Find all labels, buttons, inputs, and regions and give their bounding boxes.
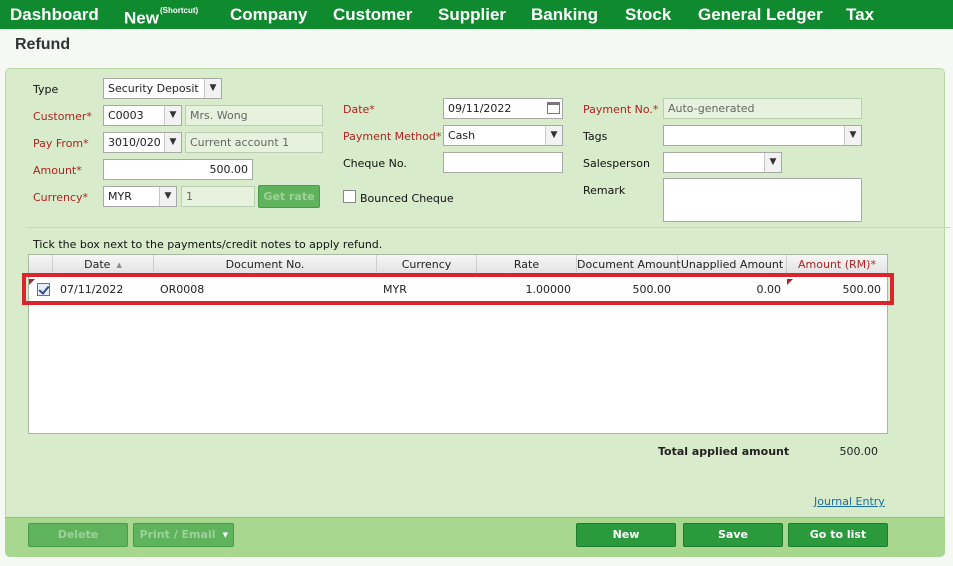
date-label: Date* xyxy=(343,103,375,116)
payment-method-select[interactable]: Cash ▼ xyxy=(443,125,563,146)
chevron-down-icon: ▼ xyxy=(844,126,861,145)
new-button[interactable]: New xyxy=(576,523,676,547)
nav-general-ledger[interactable]: General Ledger xyxy=(698,0,823,29)
nav-stock[interactable]: Stock xyxy=(625,0,671,29)
nav-general-ledger-label: General Ledger xyxy=(698,5,823,24)
nav-customer-label: Customer xyxy=(333,5,413,24)
nav-dashboard[interactable]: Dashboard xyxy=(10,0,99,29)
bounced-cheque-checkbox[interactable] xyxy=(343,190,356,203)
chevron-down-icon: ▼ xyxy=(159,187,176,206)
customer-label: Customer* xyxy=(33,110,92,123)
pay-from-name-field: Current account 1 xyxy=(185,132,323,153)
nav-dashboard-label: Dashboard xyxy=(10,5,99,24)
nav-tax-label: Tax xyxy=(846,5,875,24)
print-email-button[interactable]: Print / Email ▼ xyxy=(133,523,234,547)
col-date-header-label: Date xyxy=(84,258,111,271)
grid-header-select xyxy=(29,255,53,274)
remark-label: Remark xyxy=(583,184,626,197)
grid-header: Date ▲ Document No. Currency Rate Documen… xyxy=(29,255,887,274)
caret-down-icon: ▼ xyxy=(222,531,228,539)
print-email-button-label: Print / Email xyxy=(139,528,216,541)
chevron-down-icon: ▼ xyxy=(545,126,562,145)
currency-select[interactable]: MYR ▼ xyxy=(103,186,177,207)
salesperson-label: Salesperson xyxy=(583,157,650,170)
calendar-icon[interactable] xyxy=(547,102,560,114)
amount-input[interactable]: 500.00 xyxy=(103,159,253,180)
date-input[interactable]: 09/11/2022 xyxy=(443,98,563,119)
nav-banking-label: Banking xyxy=(531,5,599,24)
get-rate-button[interactable]: Get rate xyxy=(258,185,320,208)
customer-code-select[interactable]: C0003 ▼ xyxy=(103,105,182,126)
payment-no-field: Auto-generated xyxy=(663,98,862,119)
nav-tax[interactable]: Tax xyxy=(846,0,874,29)
customer-name-field: Mrs. Wong xyxy=(185,105,323,126)
type-label: Type xyxy=(33,83,59,96)
payment-method-value: Cash xyxy=(448,129,476,142)
nav-company-label: Company xyxy=(230,5,308,24)
nav-supplier-label: Supplier xyxy=(438,5,507,24)
delete-button[interactable]: Delete xyxy=(28,523,128,547)
col-document-amount-header[interactable]: Document Amount xyxy=(577,255,681,274)
tags-label: Tags xyxy=(583,130,608,143)
nav-new-shortcut-label: (Shortcut) xyxy=(159,6,199,15)
col-document-no-header[interactable]: Document No. xyxy=(154,255,377,274)
customer-code-value: C0003 xyxy=(108,109,144,122)
col-currency-header[interactable]: Currency xyxy=(377,255,477,274)
pay-from-label: Pay From* xyxy=(33,137,89,150)
payment-method-label: Payment Method* xyxy=(343,130,442,143)
col-date-header[interactable]: Date ▲ xyxy=(53,255,154,274)
cheque-no-label: Cheque No. xyxy=(343,157,407,170)
col-amount-rm-header[interactable]: Amount (RM)* xyxy=(787,255,887,274)
section-divider xyxy=(27,227,950,228)
chevron-down-icon: ▼ xyxy=(164,106,181,125)
currency-label: Currency* xyxy=(33,191,89,204)
pay-from-code-select[interactable]: 3010/020 ▼ xyxy=(103,132,182,153)
col-rate-header[interactable]: Rate xyxy=(477,255,577,274)
chevron-down-icon: ▼ xyxy=(164,133,181,152)
top-nav-bar: Dashboard New(Shortcut) Company Customer… xyxy=(0,0,953,29)
type-select[interactable]: Security Deposit ▼ xyxy=(103,78,222,99)
remark-textarea[interactable] xyxy=(663,178,862,222)
tags-select[interactable]: ▼ xyxy=(663,125,862,146)
nav-new[interactable]: New(Shortcut) xyxy=(124,0,198,29)
page-title: Refund xyxy=(15,36,71,53)
salesperson-select[interactable]: ▼ xyxy=(663,152,782,173)
nav-supplier[interactable]: Supplier xyxy=(438,0,506,29)
chevron-down-icon: ▼ xyxy=(204,79,221,98)
pay-from-code-value: 3010/020 xyxy=(108,136,161,149)
currency-rate-field: 1 xyxy=(181,186,255,207)
nav-customer[interactable]: Customer xyxy=(333,0,412,29)
currency-select-value: MYR xyxy=(108,190,132,203)
go-to-list-button[interactable]: Go to list xyxy=(788,523,888,547)
nav-new-label: New xyxy=(124,8,159,28)
total-applied-value: 500.00 xyxy=(839,445,879,458)
journal-entry-link[interactable]: Journal Entry xyxy=(814,495,885,508)
payment-no-label: Payment No.* xyxy=(583,103,659,116)
nav-stock-label: Stock xyxy=(625,5,672,24)
nav-banking[interactable]: Banking xyxy=(531,0,598,29)
date-input-value: 09/11/2022 xyxy=(448,102,512,115)
save-button[interactable]: Save xyxy=(683,523,783,547)
sort-ascending-icon: ▲ xyxy=(116,261,122,269)
total-applied-label: Total applied amount xyxy=(658,445,790,458)
nav-company[interactable]: Company xyxy=(230,0,307,29)
amount-label: Amount* xyxy=(33,164,82,177)
chevron-down-icon: ▼ xyxy=(764,153,781,172)
selected-row-highlight xyxy=(22,273,894,305)
bounced-cheque-label: Bounced Cheque xyxy=(360,192,454,205)
col-unapplied-amount-header[interactable]: Unapplied Amount xyxy=(678,255,787,274)
type-select-value: Security Deposit xyxy=(108,82,199,95)
grid-instruction: Tick the box next to the payments/credit… xyxy=(33,238,383,251)
cheque-no-input[interactable] xyxy=(443,152,563,173)
